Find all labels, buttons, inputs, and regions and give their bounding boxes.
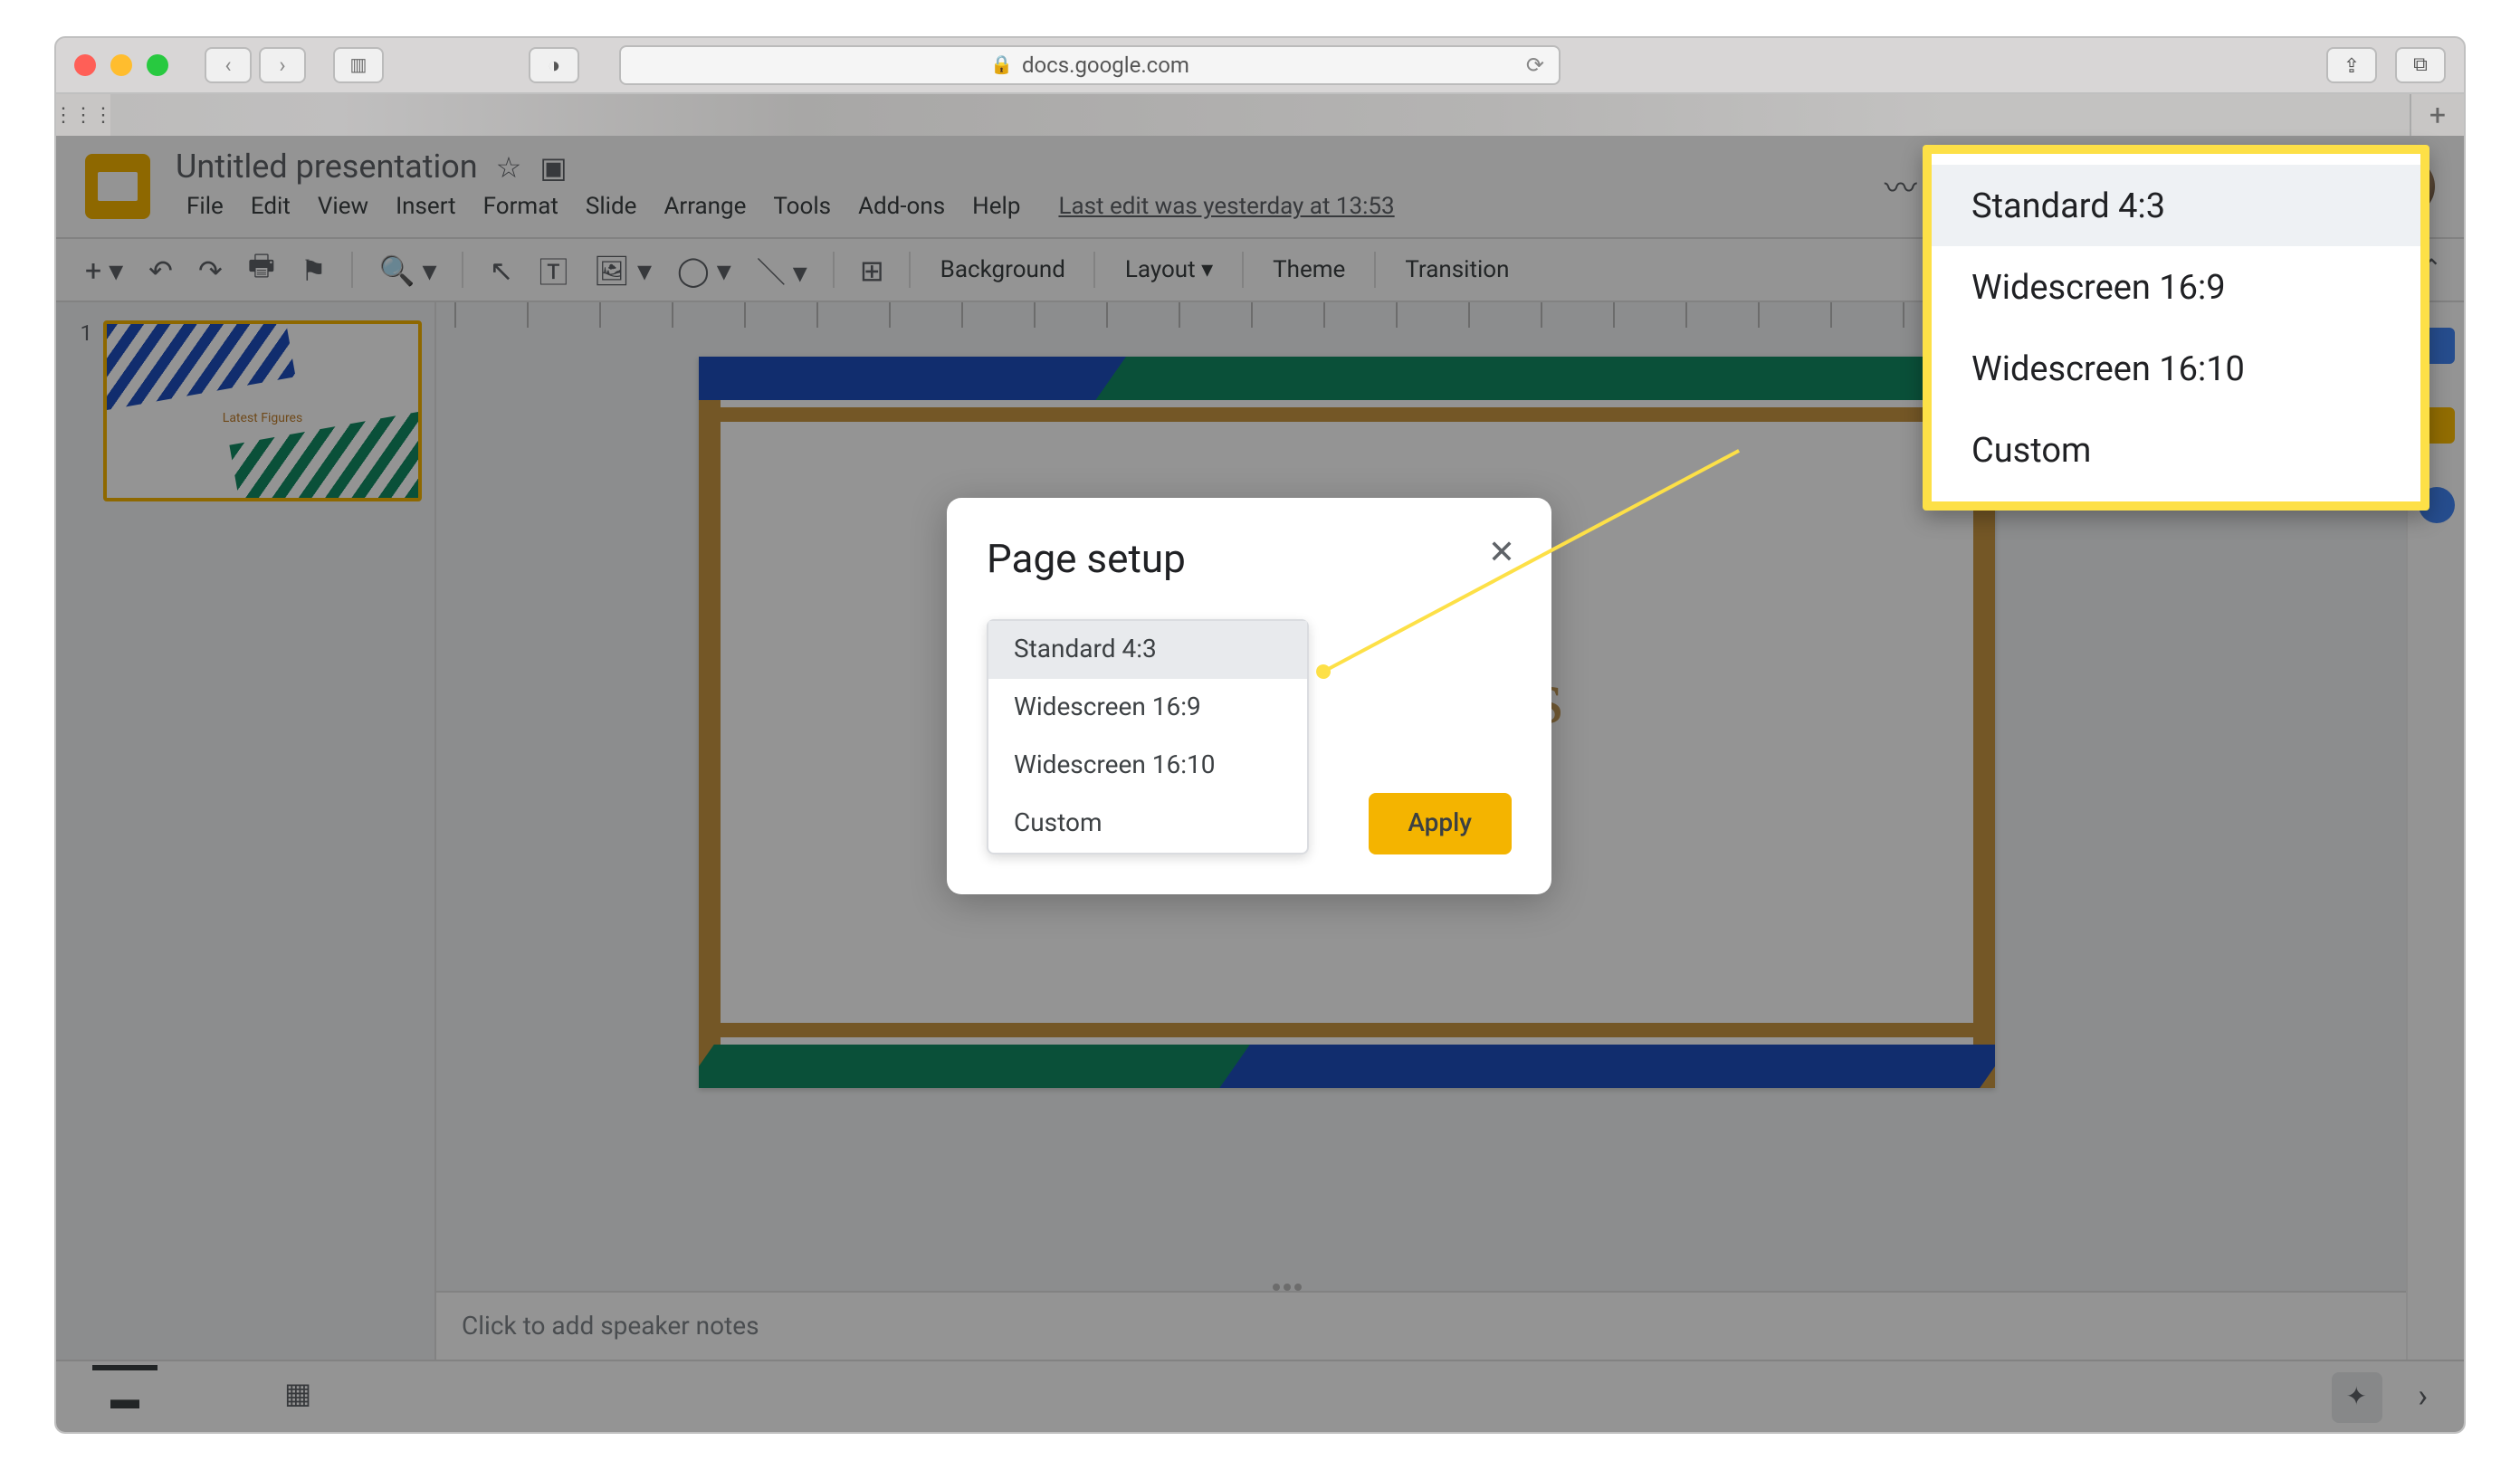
notes-resize-handle[interactable] (1260, 1284, 1314, 1291)
ratio-option-169[interactable]: Widescreen 16:9 (988, 679, 1307, 737)
window-controls (74, 54, 168, 76)
notes-placeholder: Click to add speaker notes (462, 1312, 759, 1341)
menu-help[interactable]: Help (961, 190, 1031, 224)
last-edit-link[interactable]: Last edit was yesterday at 13:53 (1047, 190, 1405, 224)
comment-button[interactable]: ⊞ (853, 245, 892, 294)
thumbnail-panel: 1 Latest Figures (56, 302, 436, 1360)
new-slide-button[interactable]: + ▾ (78, 245, 130, 294)
ratio-option-custom[interactable]: Custom (988, 795, 1307, 853)
active-tab[interactable] (110, 94, 2410, 136)
url-text: docs.google.com (1022, 52, 1189, 78)
shape-tool[interactable]: ◯ ▾ (670, 245, 739, 294)
move-folder-icon[interactable]: ▣ (539, 150, 567, 185)
maximize-window-icon[interactable] (147, 54, 168, 76)
paint-format-button[interactable]: ⚑ (293, 245, 334, 294)
ratio-option-1610[interactable]: Widescreen 16:10 (988, 737, 1307, 795)
menu-insert[interactable]: Insert (385, 190, 467, 224)
annotation-callout: Standard 4:3 Widescreen 16:9 Widescreen … (1923, 145, 2429, 511)
close-icon[interactable]: ✕ (1488, 534, 1515, 572)
tabs-overview-button[interactable]: ⧉ (2395, 47, 2446, 83)
redo-button[interactable]: ↷ (191, 245, 230, 294)
new-tab-button[interactable]: + (2410, 94, 2464, 136)
layout-button[interactable]: Layout ▾ (1114, 249, 1224, 291)
callout-option: Custom (1932, 409, 2420, 491)
browser-tab-strip: ⋮⋮⋮ + (54, 94, 2466, 136)
callout-option: Widescreen 16:10 (1932, 328, 2420, 409)
callout-option: Widescreen 16:9 (1932, 246, 2420, 328)
slides-logo-icon[interactable] (85, 154, 150, 219)
thumb-preview: Latest Figures (103, 320, 422, 501)
theme-button[interactable]: Theme (1262, 249, 1356, 291)
menu-view[interactable]: View (307, 190, 379, 224)
browser-toolbar: ‹ › ▥ ◑ 🔒 docs.google.com ⟳ ⇪ ⧉ (54, 36, 2466, 94)
filmstrip-view-button[interactable]: ▬ (92, 1365, 158, 1428)
share-sheet-button[interactable]: ⇪ (2326, 47, 2377, 83)
apps-grid-icon[interactable]: ⋮⋮⋮ (56, 94, 110, 136)
expand-chevron-icon[interactable]: › (2418, 1378, 2428, 1416)
close-window-icon[interactable] (74, 54, 96, 76)
grid-view-button[interactable]: ▦ (266, 1365, 329, 1428)
undo-button[interactable]: ↶ (141, 245, 180, 294)
ratio-option-standard[interactable]: Standard 4:3 (988, 621, 1307, 679)
menu-slide[interactable]: Slide (575, 190, 648, 224)
zoom-button[interactable]: 🔍 ▾ (372, 245, 444, 294)
reader-button[interactable]: ◑ (529, 47, 579, 83)
lock-icon: 🔒 (990, 55, 1013, 75)
apply-button[interactable]: Apply (1368, 793, 1512, 854)
forward-button[interactable]: › (259, 47, 306, 83)
select-tool[interactable]: ↖ (482, 245, 521, 294)
callout-option: Standard 4:3 (1932, 165, 2420, 246)
print-button[interactable]: 🖶 (241, 238, 282, 301)
menu-arrange[interactable]: Arrange (653, 190, 757, 224)
explore-button[interactable]: ✦ (2331, 1371, 2382, 1422)
activity-icon[interactable]: 〰 (1885, 163, 1917, 210)
thumb-number: 1 (67, 320, 92, 501)
sidebar-toggle-button[interactable]: ▥ (333, 47, 384, 83)
minimize-window-icon[interactable] (110, 54, 132, 76)
star-icon[interactable]: ☆ (496, 150, 522, 185)
menu-edit[interactable]: Edit (240, 190, 301, 224)
reload-icon[interactable]: ⟳ (1526, 52, 1544, 78)
dialog-title: Page setup (987, 538, 1512, 583)
background-button[interactable]: Background (930, 249, 1076, 291)
menu-bar: File Edit View Insert Format Slide Arran… (176, 190, 1406, 224)
nav-buttons: ‹ › (205, 47, 306, 83)
bottom-bar: ▬ ▦ ✦ › (56, 1360, 2464, 1432)
menu-addons[interactable]: Add-ons (847, 190, 956, 224)
back-button[interactable]: ‹ (205, 47, 252, 83)
aspect-ratio-dropdown: Standard 4:3 Widescreen 16:9 Widescreen … (987, 619, 1309, 854)
address-bar[interactable]: 🔒 docs.google.com ⟳ (619, 45, 1561, 85)
page-setup-dialog: Page setup ✕ Standard 4:3 Widescreen 16:… (947, 498, 1551, 894)
menu-format[interactable]: Format (472, 190, 569, 224)
transition-button[interactable]: Transition (1394, 249, 1520, 291)
slide-thumbnail[interactable]: 1 Latest Figures (67, 320, 424, 501)
menu-tools[interactable]: Tools (762, 190, 842, 224)
image-tool[interactable]: 🖼 ▾ (586, 245, 659, 294)
doc-title[interactable]: Untitled presentation (176, 148, 478, 186)
speaker-notes[interactable]: Click to add speaker notes (436, 1291, 2406, 1360)
line-tool[interactable]: ＼ ▾ (749, 241, 815, 299)
textbox-tool[interactable]: 🅃 (531, 241, 575, 299)
menu-file[interactable]: File (176, 190, 234, 224)
